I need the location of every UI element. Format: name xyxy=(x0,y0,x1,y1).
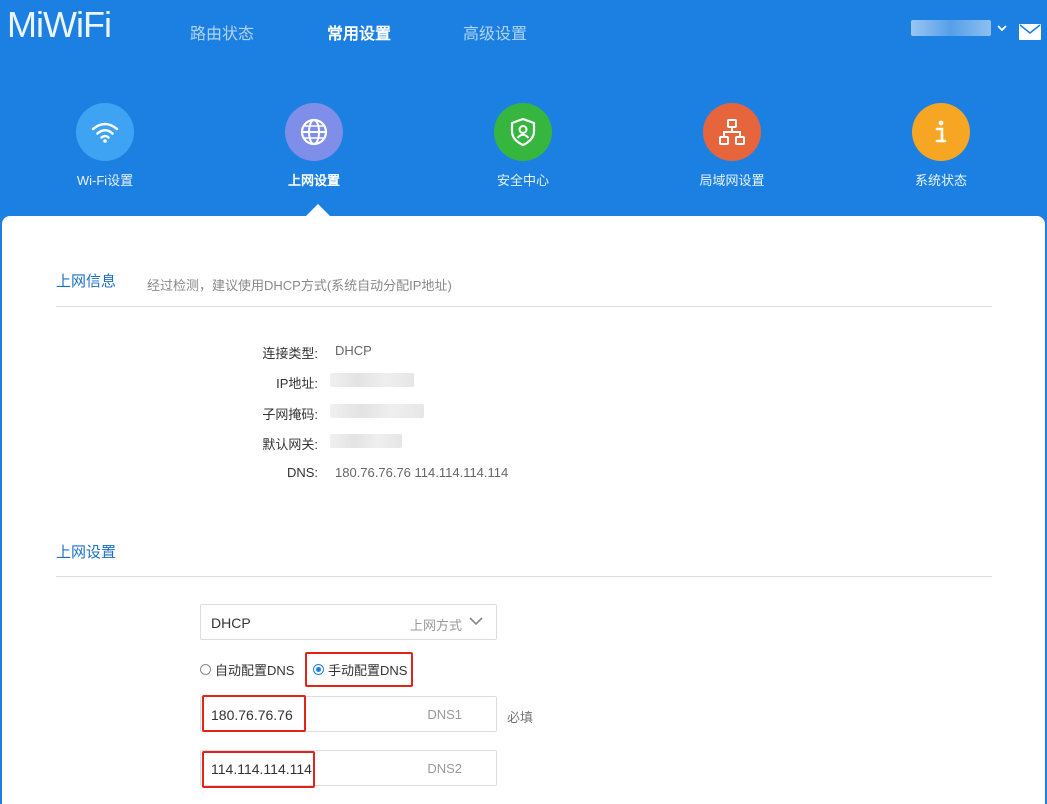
value-default-gateway-redacted xyxy=(330,434,402,448)
category-security-center[interactable]: 安全中心 xyxy=(463,103,583,189)
highlight-box xyxy=(202,695,306,732)
section-title-net-info: 上网信息 xyxy=(56,273,117,290)
connection-mode-select[interactable]: DHCP 上网方式 xyxy=(200,604,497,640)
shield-user-icon xyxy=(494,103,552,161)
radio-auto-dns[interactable]: 自动配置DNS xyxy=(200,660,294,679)
radio-label: 自动配置DNS xyxy=(215,663,295,678)
label-ip-address: IP地址: xyxy=(276,376,318,391)
dns2-label: DNS2 xyxy=(427,761,462,776)
label-connection-type: 连接类型: xyxy=(262,346,318,361)
tab-advanced-settings[interactable]: 高级设置 xyxy=(463,20,527,44)
category-wifi-settings[interactable]: Wi-Fi设置 xyxy=(45,103,165,189)
wifi-icon xyxy=(76,103,134,161)
radio-manual-dns[interactable]: 手动配置DNS xyxy=(313,660,407,679)
category-system-status[interactable]: 系统状态 xyxy=(881,103,1001,189)
section-title-net-settings: 上网设置 xyxy=(56,544,117,561)
settings-panel: 上网信息 经过检测，建议使用DHCP方式(系统自动分配IP地址) 连接类型: D… xyxy=(2,216,1045,804)
category-label: 安全中心 xyxy=(496,173,549,188)
radio-label: 手动配置DNS xyxy=(328,663,408,678)
value-subnet-mask-redacted xyxy=(330,404,424,418)
mail-icon[interactable] xyxy=(1019,24,1041,40)
label-default-gateway: 默认网关: xyxy=(262,437,318,452)
label-subnet-mask: 子网掩码: xyxy=(262,407,318,422)
tab-common-settings[interactable]: 常用设置 xyxy=(327,20,391,44)
radio-circle xyxy=(200,664,211,675)
tab-router-status[interactable]: 路由状态 xyxy=(190,20,254,44)
value-ip-address-redacted xyxy=(330,373,414,387)
highlight-box xyxy=(202,751,315,788)
section-hint: 经过检测，建议使用DHCP方式(系统自动分配IP地址) xyxy=(147,278,452,293)
label-dns: DNS: xyxy=(286,465,318,480)
category-label: 上网设置 xyxy=(287,173,340,188)
chevron-down-icon xyxy=(997,25,1007,32)
info-icon xyxy=(912,103,970,161)
user-name-redacted xyxy=(911,20,991,36)
top-header: MiWiFi 路由状态 常用设置 高级设置 Wi-Fi设置 上网设置 安全中心 … xyxy=(0,0,1047,216)
category-internet-settings[interactable]: 上网设置 xyxy=(254,103,374,189)
select-hint: 上网方式 xyxy=(409,618,462,633)
value-connection-type: DHCP xyxy=(335,343,372,358)
category-label: Wi-Fi设置 xyxy=(76,173,134,188)
divider xyxy=(56,576,992,577)
category-label: 系统状态 xyxy=(914,173,967,188)
active-tab-pointer xyxy=(306,204,330,216)
required-label: 必填 xyxy=(507,710,534,725)
radio-circle-selected xyxy=(313,664,324,675)
network-icon xyxy=(703,103,761,161)
value-dns: 180.76.76.76 114.114.114.114 xyxy=(335,465,509,480)
dns1-label: DNS1 xyxy=(427,707,462,722)
user-menu[interactable] xyxy=(911,20,1007,36)
miwifi-logo[interactable]: MiWiFi xyxy=(7,4,112,46)
chevron-down-icon xyxy=(469,617,483,626)
globe-icon xyxy=(285,103,343,161)
category-label: 局域网设置 xyxy=(699,173,765,188)
divider xyxy=(56,306,992,307)
select-value: DHCP xyxy=(211,615,251,631)
category-lan-settings[interactable]: 局域网设置 xyxy=(672,103,792,189)
